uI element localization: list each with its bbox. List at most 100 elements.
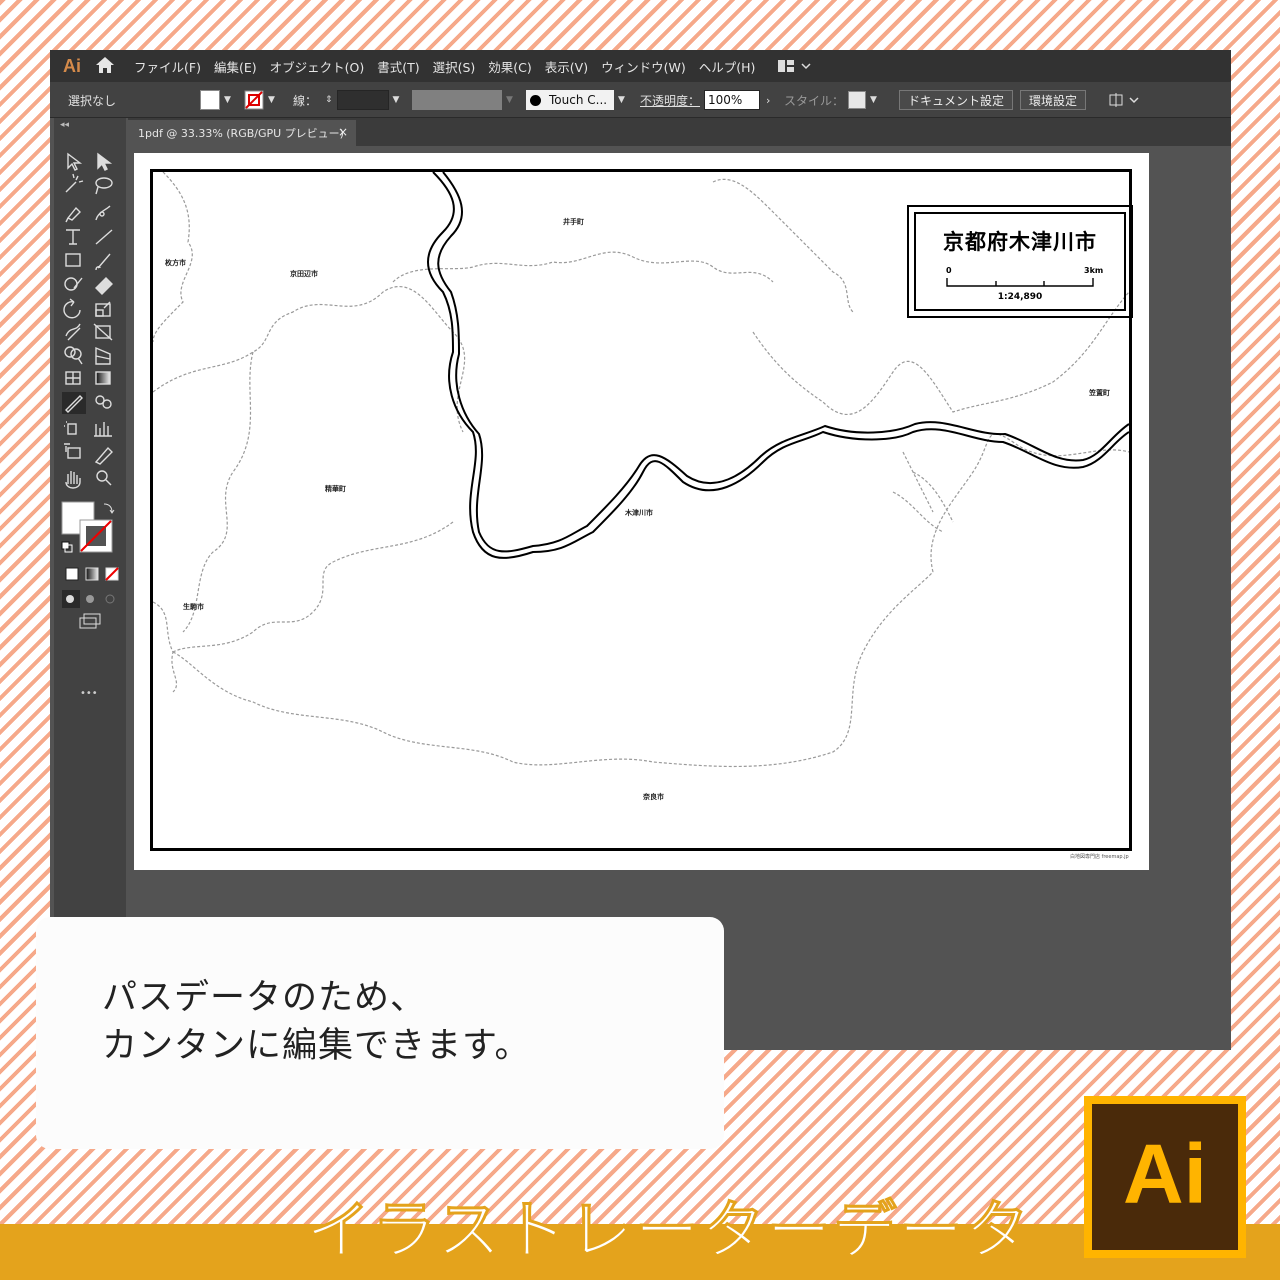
menu-view[interactable]: 表示(V) xyxy=(545,57,588,76)
default-colors-icon[interactable] xyxy=(61,541,73,553)
swap-fill-stroke-icon[interactable] xyxy=(103,503,115,514)
color-mode-icon[interactable] xyxy=(65,567,79,581)
chevron-down-icon: ▼ xyxy=(618,95,625,105)
mesh-tool-icon[interactable] xyxy=(65,371,81,385)
eraser-icon[interactable] xyxy=(95,277,113,295)
place-label: 京田辺市 xyxy=(290,270,318,278)
direct-selection-tool-icon[interactable] xyxy=(97,152,113,171)
home-icon[interactable] xyxy=(94,55,120,77)
free-transform-icon[interactable] xyxy=(93,323,113,341)
menu-bar: Ai ファイル(F) 編集(E) オブジェクト(O) 書式(T) 選択(S) 効… xyxy=(50,50,1231,82)
warp-tool-icon[interactable] xyxy=(65,323,81,341)
zoom-tool-icon[interactable] xyxy=(96,470,112,486)
eyedropper-icon[interactable] xyxy=(62,392,86,414)
close-icon[interactable]: × xyxy=(338,125,348,139)
place-label: 奈良市 xyxy=(643,793,664,801)
menu-object[interactable]: オブジェクト(O) xyxy=(270,57,365,76)
chevron-down-icon: ▼ xyxy=(506,95,513,105)
callout-text-line2: カンタンに編集できます。 xyxy=(102,1026,531,1066)
place-label: 井手町 xyxy=(563,218,584,226)
perspective-grid-icon[interactable] xyxy=(95,346,111,365)
column-graph-icon[interactable] xyxy=(94,422,112,437)
pen-tool-icon[interactable] xyxy=(65,206,81,223)
banner-title: イラストレーターデータ xyxy=(306,1195,1031,1270)
menu-file[interactable]: ファイル(F) xyxy=(134,57,201,76)
chevron-down-icon: ▼ xyxy=(224,95,231,105)
collapse-panel-icon[interactable]: ◂◂ xyxy=(60,120,69,130)
no-stroke-icon xyxy=(244,90,264,110)
gradient-mode-icon[interactable] xyxy=(85,567,99,581)
symbol-sprayer-icon[interactable] xyxy=(64,421,77,435)
hand-tool-icon[interactable] xyxy=(65,471,81,489)
none-mode-icon[interactable] xyxy=(105,567,119,581)
scale-start: 0 xyxy=(946,266,952,275)
selection-tool-icon[interactable] xyxy=(67,152,83,171)
opacity-field[interactable]: 100% › xyxy=(704,90,770,110)
arrange-documents-icon[interactable] xyxy=(1108,90,1140,110)
shape-builder-icon[interactable] xyxy=(64,346,83,365)
document-tab-bar: 1pdf @ 33.33% (RGB/GPU プレビュー) × xyxy=(128,118,1231,146)
curvature-tool-icon[interactable] xyxy=(95,205,111,221)
blend-tool-icon[interactable] xyxy=(95,395,112,409)
map-title-box: 京都府木津川市 0 3km 1:24,890 xyxy=(907,205,1133,318)
gradient-tool-icon[interactable] xyxy=(95,371,111,385)
document-setup-button[interactable]: ドキュメント設定 xyxy=(899,90,1014,110)
graphic-style-swatch[interactable]: ▼ xyxy=(848,90,877,110)
slice-tool-icon[interactable] xyxy=(94,446,113,465)
menu-effect[interactable]: 効果(C) xyxy=(488,57,531,76)
rotate-tool-icon[interactable] xyxy=(63,298,81,319)
paintbrush-icon[interactable] xyxy=(95,253,111,271)
screen-mode-icon[interactable] xyxy=(79,613,101,629)
place-label: 笠置町 xyxy=(1089,389,1110,397)
opacity-label[interactable]: 不透明度： xyxy=(640,90,700,110)
illustrator-logo-badge: Ai xyxy=(1084,1096,1246,1258)
draw-mode-icon[interactable] xyxy=(62,590,115,608)
place-label: 枚方市 xyxy=(165,259,186,267)
brush-dot-icon xyxy=(530,94,541,106)
map-frame: 井手町 枚方市 京田辺市 笠置町 精華町 木津川市 生駒市 奈良市 京都府木津川… xyxy=(150,169,1133,851)
tools-panel: ◂◂ ••• xyxy=(54,118,126,918)
lasso-icon[interactable] xyxy=(95,177,113,195)
stroke-label: 線： xyxy=(293,93,318,108)
illustrator-window: Ai ファイル(F) 編集(E) オブジェクト(O) 書式(T) 選択(S) 効… xyxy=(50,50,1231,1050)
illustrator-logo-text: Ai xyxy=(1123,1127,1207,1221)
map-title: 京都府木津川市 xyxy=(943,230,1097,254)
document-tab-label: 1pdf @ 33.33% (RGB/GPU プレビュー) xyxy=(138,127,344,140)
fill-swatch[interactable]: ▼ xyxy=(200,90,231,110)
menu-edit[interactable]: 編集(E) xyxy=(214,57,257,76)
menu-help[interactable]: ヘルプ(H) xyxy=(699,57,756,76)
more-tools-icon[interactable]: ••• xyxy=(80,688,98,699)
place-label: 精華町 xyxy=(325,485,346,493)
map-credit: 白地図専門店 freemap.jp xyxy=(1070,854,1129,860)
place-label: 生駒市 xyxy=(183,603,204,611)
variable-width-profile[interactable]: ▼ xyxy=(412,90,513,110)
stroke-swatch[interactable]: ▼ xyxy=(244,90,275,110)
style-label: スタイル： xyxy=(784,93,845,108)
menu-type[interactable]: 書式(T) xyxy=(377,57,419,76)
callout-box: パスデータのため、 カンタンに編集できます。 xyxy=(36,917,724,1149)
shaper-tool-icon[interactable] xyxy=(64,277,83,291)
chevron-down-icon: ▼ xyxy=(392,95,400,105)
scale-ratio: 1:24,890 xyxy=(997,292,1043,302)
artboard-tool-icon[interactable] xyxy=(64,443,81,459)
workspace-switcher-icon[interactable] xyxy=(776,56,816,76)
menu-select[interactable]: 選択(S) xyxy=(433,57,476,76)
artboard[interactable]: 井手町 枚方市 京田辺市 笠置町 精華町 木津川市 生駒市 奈良市 京都府木津川… xyxy=(134,153,1149,870)
stepper-icon: ⇕ xyxy=(325,95,333,105)
app-logo: Ai xyxy=(63,55,81,76)
chevron-down-icon: ▼ xyxy=(870,95,877,105)
chevron-right-icon: › xyxy=(766,93,771,107)
scale-end: 3km xyxy=(1084,266,1104,275)
magic-wand-icon[interactable] xyxy=(65,173,84,193)
menu-window[interactable]: ウィンドウ(W) xyxy=(601,57,686,76)
control-bar: 選択なし ▼ ▼ 線： ⇕ ▼ ▼ Touch C... ▼ 不透明度： 100… xyxy=(50,82,1231,118)
stroke-weight-stepper[interactable]: ⇕ ▼ xyxy=(325,90,399,110)
chevron-down-icon: ▼ xyxy=(268,95,275,105)
line-tool-icon[interactable] xyxy=(95,229,113,245)
brush-definition-dropdown[interactable]: Touch C... ▼ xyxy=(526,90,625,110)
rectangle-tool-icon[interactable] xyxy=(65,253,81,267)
type-tool-icon[interactable] xyxy=(66,229,80,245)
scale-tool-icon[interactable] xyxy=(95,301,111,317)
document-tab[interactable]: 1pdf @ 33.33% (RGB/GPU プレビュー) × xyxy=(128,120,356,146)
preferences-button[interactable]: 環境設定 xyxy=(1020,90,1087,110)
